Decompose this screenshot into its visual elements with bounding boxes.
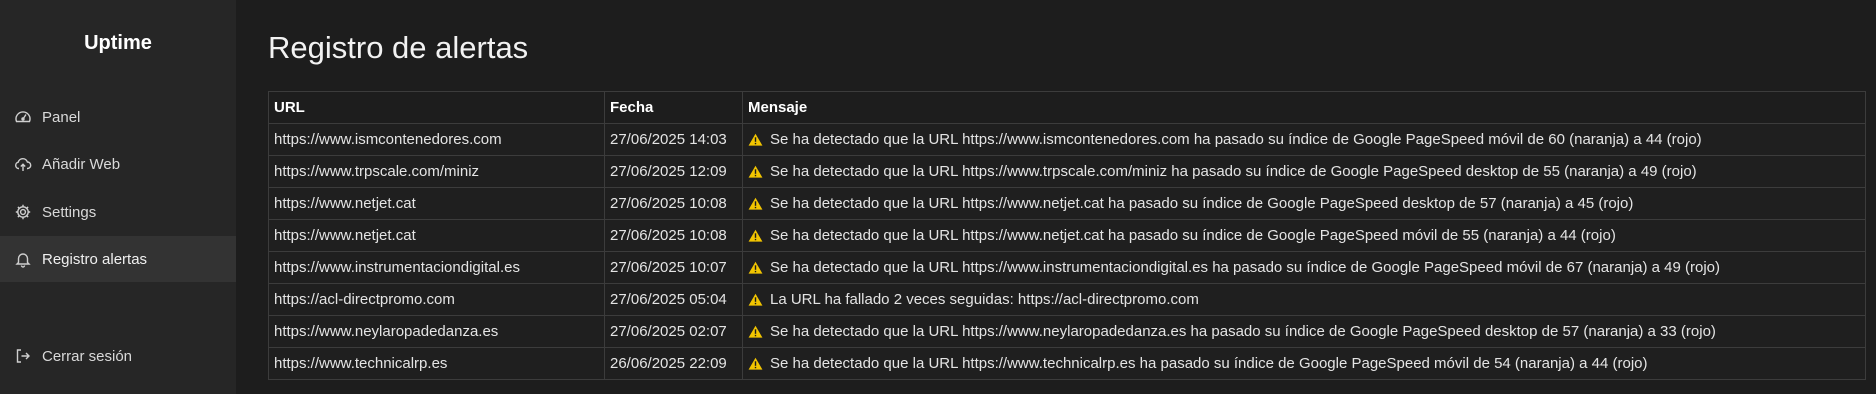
page-title: Registro de alertas [268,30,529,65]
warning-icon [748,229,763,243]
table-row: https://www.netjet.cat 27/06/2025 10:08 Se… [268,187,1866,220]
sidebar-item-label: Añadir Web [42,155,121,173]
table-row: https://acl-directpromo.com 27/06/2025 05… [268,283,1866,316]
sidebar-item-anadir-web[interactable]: Añadir Web [0,141,236,187]
cell-fecha: 27/06/2025 10:08 [604,187,743,220]
sidebar: Uptime Panel Añadir Web Settings Registr… [0,0,236,394]
sidebar-item-label: Registro alertas [42,250,148,268]
table-row: https://www.netjet.cat 27/06/2025 10:08 Se… [268,219,1866,252]
cell-url: https://www.neylaropadedanza.es [268,315,605,348]
warning-icon [748,293,763,307]
cell-mensaje: Se ha detectado que la URL https://www.n… [742,187,1866,220]
cell-fecha: 26/06/2025 22:09 [604,347,743,380]
cell-mensaje-text: Se ha detectado que la URL https://www.n… [770,227,1616,244]
cell-mensaje: La URL ha fallado 2 veces seguidas: http… [742,283,1866,316]
cloud-upload-icon [14,155,32,173]
cell-fecha: 27/06/2025 02:07 [604,315,743,348]
cell-url: https://www.ismcontenedores.com [268,123,605,156]
cell-url: https://www.netjet.cat [268,187,605,220]
cell-fecha: 27/06/2025 10:07 [604,251,743,284]
warning-icon [748,357,763,371]
cell-url: https://acl-directpromo.com [268,283,605,316]
cell-url: https://www.trpscale.com/miniz [268,155,605,188]
bell-icon [14,250,32,268]
cell-mensaje: Se ha detectado que la URL https://www.i… [742,251,1866,284]
warning-icon [748,261,763,275]
cell-fecha: 27/06/2025 12:09 [604,155,743,188]
column-header-mensaje: Mensaje [742,91,1866,124]
cell-mensaje: Se ha detectado que la URL https://www.n… [742,219,1866,252]
cell-mensaje-text: Se ha detectado que la URL https://www.n… [770,195,1634,212]
cell-mensaje-text: La URL ha fallado 2 veces seguidas: http… [770,291,1199,308]
main-content: Registro de alertas URL Fecha Mensaje ht… [268,0,1868,394]
table-row: https://www.neylaropadedanza.es 27/06/202… [268,315,1866,348]
app-title: Uptime [84,32,152,54]
cell-url: https://www.instrumentaciondigital.es [268,251,605,284]
warning-icon [748,325,763,339]
column-header-fecha: Fecha [604,91,743,124]
cell-mensaje-text: Se ha detectado que la URL https://www.i… [770,131,1702,148]
cell-mensaje-text: Se ha detectado que la URL https://www.n… [770,323,1716,340]
column-header-url: URL [268,91,605,124]
alerts-table-body: https://www.ismcontenedores.com 27/06/202… [268,123,1866,380]
cell-mensaje: Se ha detectado que la URL https://www.n… [742,315,1866,348]
sidebar-item-registro-alertas[interactable]: Registro alertas [0,236,236,282]
warning-icon [748,133,763,147]
logout-label: Cerrar sesión [42,347,133,365]
cell-fecha: 27/06/2025 10:08 [604,219,743,252]
warning-icon [748,165,763,179]
gauge-icon [14,108,32,126]
table-row: https://www.technicalrp.es 26/06/2025 22:… [268,347,1866,380]
sidebar-item-label: Settings [42,203,97,221]
sidebar-item-panel[interactable]: Panel [0,94,236,140]
cell-mensaje-text: Se ha detectado que la URL https://www.t… [770,355,1648,372]
sidebar-item-settings[interactable]: Settings [0,189,236,235]
cell-mensaje: Se ha detectado que la URL https://www.i… [742,123,1866,156]
cell-fecha: 27/06/2025 05:04 [604,283,743,316]
alerts-table: URL Fecha Mensaje https://www.ismcontene… [268,91,1866,380]
cell-mensaje: Se ha detectado que la URL https://www.t… [742,347,1866,380]
table-header-row: URL Fecha Mensaje [268,91,1866,124]
gear-icon [14,203,32,221]
sidebar-item-label: Panel [42,108,81,126]
cell-mensaje-text: Se ha detectado que la URL https://www.t… [770,163,1697,180]
cell-mensaje-text: Se ha detectado que la URL https://www.i… [770,259,1721,276]
cell-mensaje: Se ha detectado que la URL https://www.t… [742,155,1866,188]
table-row: https://www.trpscale.com/miniz 27/06/2025… [268,155,1866,188]
cell-fecha: 27/06/2025 14:03 [604,123,743,156]
cell-url: https://www.technicalrp.es [268,347,605,380]
warning-icon [748,197,763,211]
table-row: https://www.instrumentaciondigital.es 27/… [268,251,1866,284]
cell-url: https://www.netjet.cat [268,219,605,252]
logout-button[interactable]: Cerrar sesión [0,333,236,379]
table-row: https://www.ismcontenedores.com 27/06/202… [268,123,1866,156]
logout-icon [14,347,32,365]
